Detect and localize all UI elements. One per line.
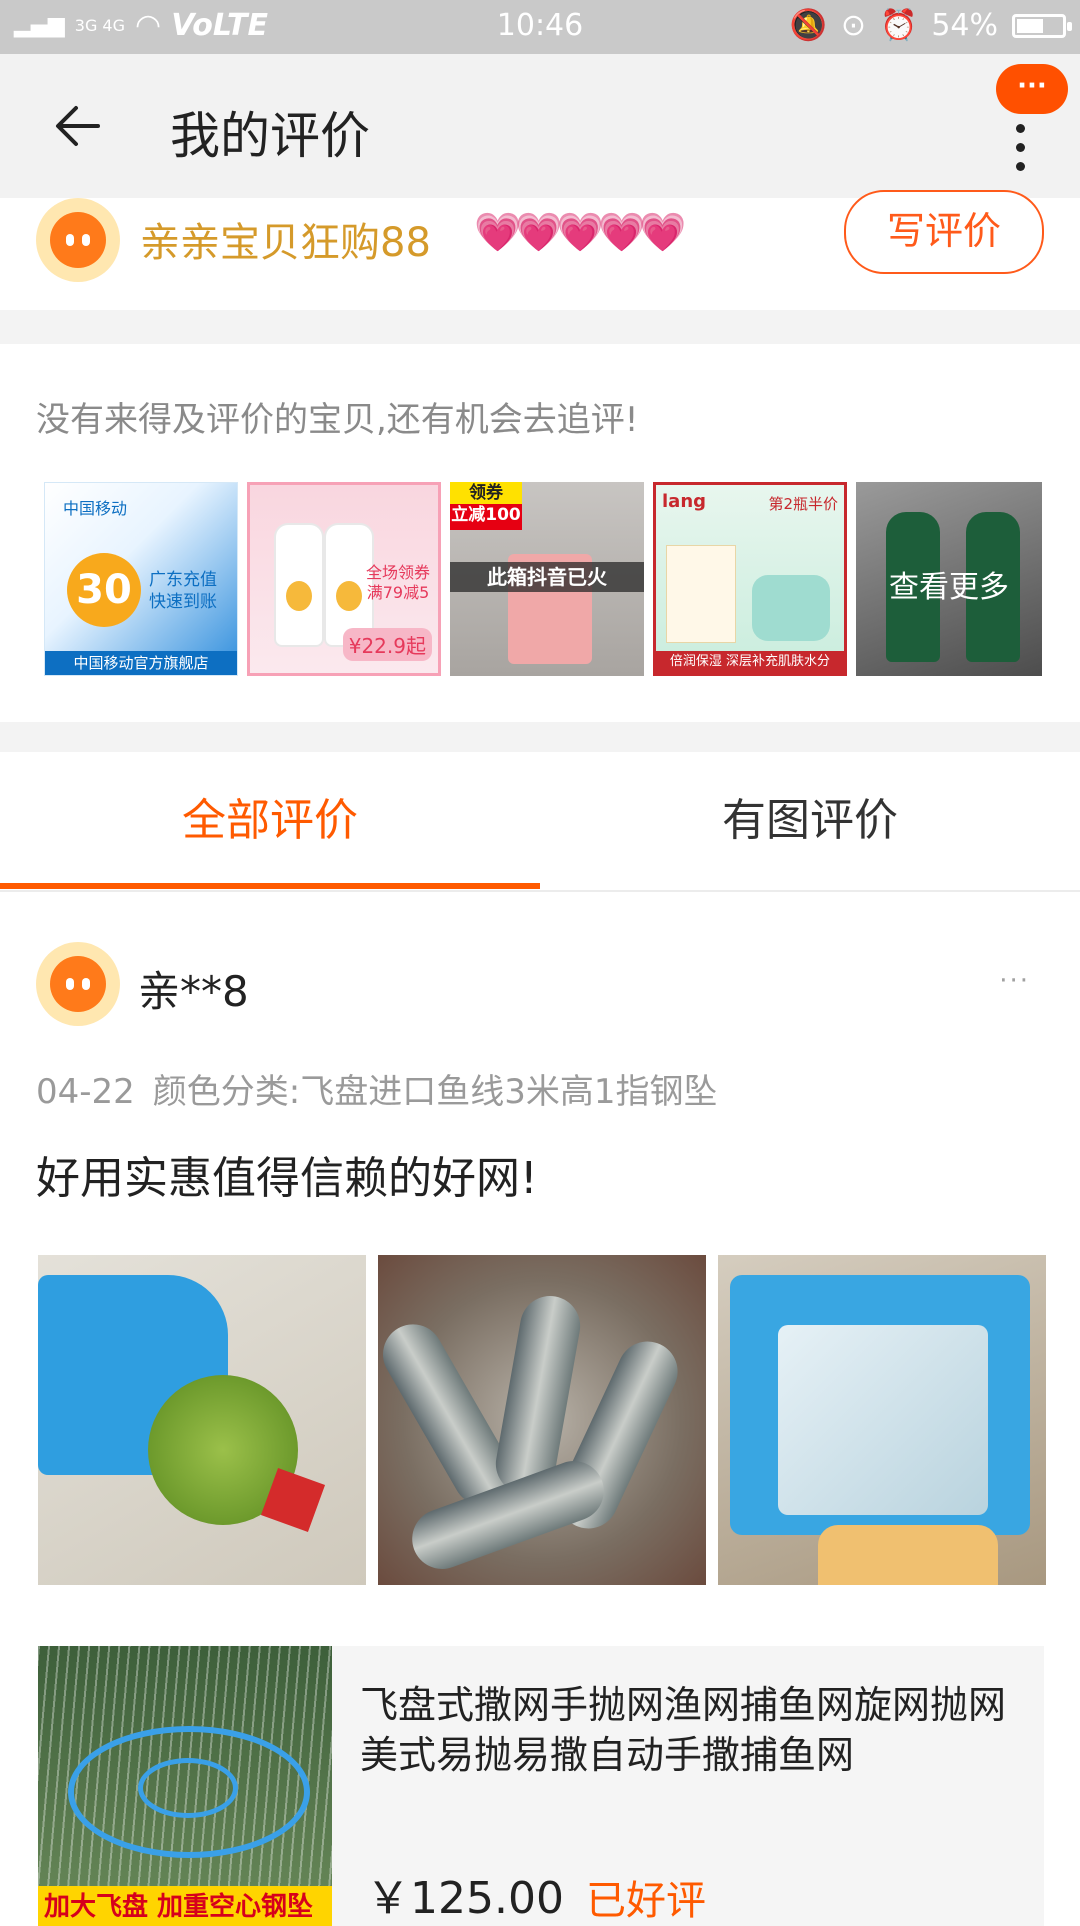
review-text: 好用实惠值得信赖的好网! bbox=[36, 1153, 538, 1204]
avatar bbox=[36, 198, 120, 282]
pending-reviews-section: 没有来得及评价的宝贝,还有机会去追评! 中国移动 30 广东充值 快速到账 中国移… bbox=[0, 344, 1080, 722]
thumb-label: lang bbox=[662, 491, 707, 512]
user-name: 亲亲宝贝狂购88 bbox=[140, 220, 431, 266]
pending-item-suitcase[interactable]: 领券 立减100 此箱抖音已火 bbox=[450, 482, 644, 676]
reputation-hearts: 💗💗💗💗💗 bbox=[474, 210, 687, 254]
thumb-label: 广东充值 快速到账 bbox=[149, 570, 217, 612]
battery-percent: 54% bbox=[931, 8, 998, 43]
status-bar: ▂▄▆ 3G 4G ◠ VoLTE 10:46 🔕 ⊙ ⏰ 54% bbox=[0, 0, 1080, 54]
thumb-label: 倍润保湿 深层补充肌肤水分 bbox=[656, 651, 844, 673]
status-right: 🔕 ⊙ ⏰ 54% bbox=[789, 8, 1072, 43]
view-more-tile[interactable]: 查看更多 bbox=[856, 482, 1042, 676]
thumb-label: ¥22.9起 bbox=[342, 628, 432, 661]
review-photo[interactable] bbox=[38, 1255, 366, 1585]
battery-icon bbox=[1012, 13, 1072, 38]
user-summary: 亲亲宝贝狂购88 💗💗💗💗💗 写评价 bbox=[0, 190, 1080, 310]
thumb-label: 30 bbox=[67, 553, 141, 627]
write-review-button[interactable]: 写评价 bbox=[844, 190, 1044, 274]
review-status: 已好评 bbox=[586, 1878, 706, 1924]
thumb-label: 中国移动官方旗舰店 bbox=[45, 651, 237, 675]
pending-item-mobile-recharge[interactable]: 中国移动 30 广东充值 快速到账 中国移动官方旗舰店 bbox=[44, 482, 238, 676]
review-date: 04-22 bbox=[36, 1072, 135, 1112]
reviewed-product[interactable]: 加大飞盘 加重空心钢坠 飞盘式撒网手抛网渔网捕鱼网旋网抛网美式易抛易撒自动手撒捕… bbox=[38, 1646, 1044, 1926]
section-divider bbox=[0, 310, 1080, 344]
product-title: 飞盘式撒网手抛网渔网捕鱼网旋网抛网美式易抛易撒自动手撒捕鱼网 bbox=[360, 1683, 1007, 1777]
product-image: 加大飞盘 加重空心钢坠 bbox=[38, 1646, 332, 1926]
tab-all-reviews[interactable]: 全部评价 bbox=[0, 752, 540, 890]
mute-icon: 🔕 bbox=[789, 8, 827, 43]
tab-photo-reviews[interactable]: 有图评价 bbox=[540, 752, 1080, 890]
thumb-label: 此箱抖音已火 bbox=[450, 562, 644, 592]
thumb-label: 全场领券 满79减5 bbox=[365, 563, 430, 602]
review-spec: 颜色分类:飞盘进口鱼线3米高1指钢坠 bbox=[152, 1072, 718, 1112]
review-card: 亲**8 ··· 04-22 颜色分类:飞盘进口鱼线3米高1指钢坠 好用实惠值得信… bbox=[0, 892, 1080, 1926]
reviewer-name: 亲**8 bbox=[138, 967, 249, 1016]
review-photo[interactable] bbox=[378, 1255, 706, 1585]
view-more-label: 查看更多 bbox=[889, 570, 1009, 605]
page-title: 我的评价 bbox=[170, 107, 370, 165]
pending-item-cream[interactable]: lang 第2瓶半价 倍润保湿 深层补充肌肤水分 bbox=[653, 482, 847, 676]
product-price: ￥125.00 bbox=[366, 1873, 564, 1924]
thumb-label: 中国移动 bbox=[63, 499, 128, 518]
thumb-label: 领券 立减100 bbox=[450, 482, 522, 530]
active-tab-indicator bbox=[0, 883, 540, 889]
more-options-icon[interactable]: ··· bbox=[999, 966, 1030, 996]
back-arrow-icon[interactable] bbox=[50, 96, 110, 156]
message-bubble-button[interactable]: ··· bbox=[996, 64, 1068, 114]
nav-bar: 我的评价 ··· bbox=[0, 54, 1080, 198]
thumb-label: 第2瓶半价 bbox=[768, 495, 838, 513]
pending-tip: 没有来得及评价的宝贝,还有机会去追评! bbox=[36, 400, 639, 440]
alarm-icon: ⏰ bbox=[879, 8, 918, 43]
section-divider bbox=[0, 722, 1080, 752]
pending-item-sod[interactable]: 全场领券 满79减5 ¥22.9起 bbox=[247, 482, 441, 676]
review-photos bbox=[38, 1255, 1046, 1585]
avatar bbox=[36, 942, 120, 1026]
review-tabs: 全部评价 有图评价 bbox=[0, 752, 1080, 892]
review-photo[interactable] bbox=[718, 1255, 1046, 1585]
pending-thumbnails: 中国移动 30 广东充值 快速到账 中国移动官方旗舰店 全场领券 满79减5 ¥22… bbox=[44, 482, 1042, 676]
review-meta: 04-22 颜色分类:飞盘进口鱼线3米高1指钢坠 bbox=[36, 1064, 718, 1113]
product-banner: 加大飞盘 加重空心钢坠 bbox=[38, 1886, 332, 1926]
lock-rotation-icon: ⊙ bbox=[840, 8, 866, 43]
